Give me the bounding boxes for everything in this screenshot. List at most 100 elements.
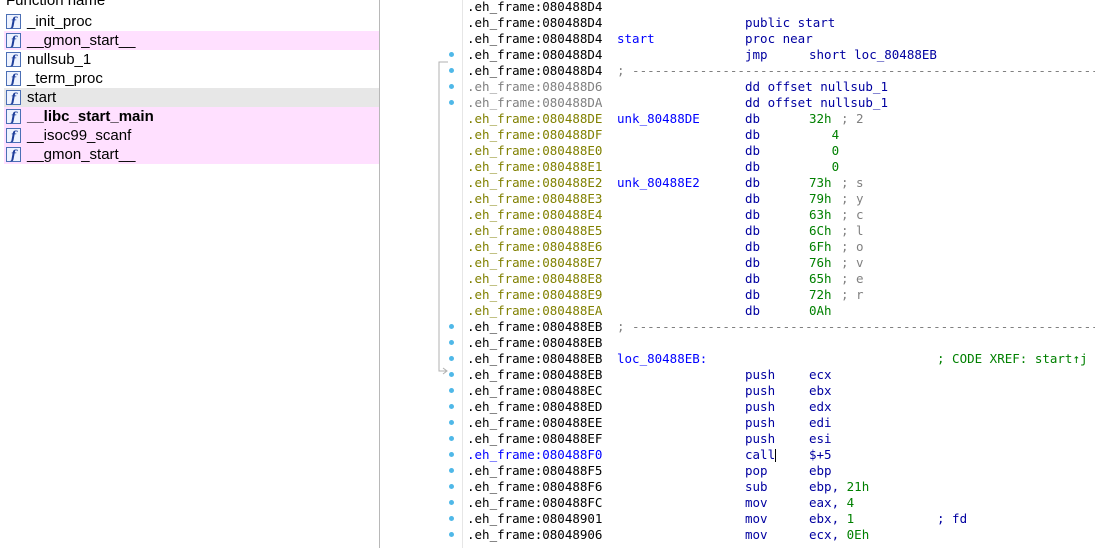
disasm-line[interactable]: .eh_frame:080488ED push edx: [467, 399, 1095, 415]
instruction-mnemonic: sub: [745, 479, 768, 494]
instruction-mnemonic: pop: [745, 463, 768, 478]
line-address: .eh_frame:080488E9: [467, 287, 603, 302]
disasm-line[interactable]: .eh_frame:080488D4: [467, 0, 1095, 15]
operand-number: 0: [809, 159, 840, 174]
code-label: loc_80488EB:: [617, 351, 708, 366]
disasm-line[interactable]: .eh_frame:080488EC push ebx: [467, 383, 1095, 399]
disasm-line[interactable]: .eh_frame:080488DA dd offset nullsub_1: [467, 95, 1095, 111]
disasm-line[interactable]: .eh_frame:080488E1 db 0: [467, 159, 1095, 175]
line-address: .eh_frame:080488EB: [467, 319, 603, 334]
disasm-line[interactable]: .eh_frame:080488EB loc_80488EB: ; CODE XRE…: [467, 351, 1095, 367]
disasm-line[interactable]: .eh_frame:080488DE unk_80488DE db 32h ; 2: [467, 111, 1095, 127]
disasm-line[interactable]: .eh_frame:080488EB ; --------------------…: [467, 319, 1095, 335]
line-comment: ; e: [841, 271, 864, 286]
instruction-mnemonic: db: [745, 271, 761, 286]
line-comment: ; s: [841, 175, 864, 190]
disasm-line[interactable]: .eh_frame:080488E9 db 72h ; r: [467, 287, 1095, 303]
panel-splitter[interactable]: [380, 0, 432, 548]
line-address: .eh_frame:080488D4: [467, 63, 603, 78]
disasm-line[interactable]: .eh_frame:080488EB: [467, 335, 1095, 351]
function-item[interactable]: f start: [4, 88, 379, 107]
disasm-line[interactable]: .eh_frame:080488EF push esi: [467, 431, 1095, 447]
line-address: .eh_frame:08048906: [467, 527, 603, 542]
line-address: .eh_frame:080488D4: [467, 47, 603, 62]
function-label: start: [27, 89, 57, 106]
disasm-line[interactable]: .eh_frame:080488D4 jmp short loc_80488EB: [467, 47, 1095, 63]
instruction-operand: eax, 4: [809, 495, 855, 510]
function-label: _term_proc: [27, 70, 103, 87]
functions-column-header[interactable]: Function name: [0, 0, 379, 10]
disasm-line[interactable]: .eh_frame:080488E4 db 63h ; c: [467, 207, 1095, 223]
disasm-line[interactable]: .eh_frame:080488D6 dd offset nullsub_1: [467, 79, 1095, 95]
disasm-line[interactable]: .eh_frame:080488E8 db 65h ; e: [467, 271, 1095, 287]
operand-number: 76h: [809, 255, 832, 270]
instruction-mnemonic: proc near: [745, 31, 813, 46]
disasm-line[interactable]: .eh_frame:080488EE push edi: [467, 415, 1095, 431]
disasm-line[interactable]: .eh_frame:080488F5 pop ebp: [467, 463, 1095, 479]
instruction-mnemonic: db: [745, 207, 761, 222]
line-address: .eh_frame:080488E2: [467, 175, 603, 190]
line-address: .eh_frame:080488D4: [467, 15, 603, 30]
disasm-line[interactable]: .eh_frame:080488D4 start proc near: [467, 31, 1095, 47]
function-item[interactable]: f __gmon_start__: [4, 31, 379, 50]
function-label: __gmon_start__: [27, 146, 136, 163]
instruction-mnemonic: push: [745, 383, 776, 398]
instruction-mnemonic: db: [745, 191, 761, 206]
disasm-line[interactable]: .eh_frame:080488FC mov eax, 4: [467, 495, 1095, 511]
function-item[interactable]: f __gmon_start__: [4, 145, 379, 164]
line-address: .eh_frame:080488F6: [467, 479, 603, 494]
function-icon: f: [6, 33, 21, 48]
disasm-line[interactable]: .eh_frame:08048906 mov ecx, 0Eh: [467, 527, 1095, 543]
function-item[interactable]: f nullsub_1: [4, 50, 379, 69]
line-address: .eh_frame:080488E3: [467, 191, 603, 206]
disasm-line[interactable]: .eh_frame:080488D4 public start: [467, 15, 1095, 31]
function-label: __libc_start_main: [27, 108, 154, 125]
instruction-mnemonic: db: [745, 223, 761, 238]
function-item[interactable]: f _term_proc: [4, 69, 379, 88]
instruction-mnemonic: db: [745, 287, 761, 302]
line-comment: ; c: [841, 207, 864, 222]
instruction-operand: ebp: [809, 463, 832, 478]
disasm-line[interactable]: .eh_frame:080488EB push ecx: [467, 367, 1095, 383]
code-label: start: [617, 31, 655, 46]
function-item[interactable]: f _init_proc: [4, 12, 379, 31]
disasm-line[interactable]: .eh_frame:080488D4 ; --------------------…: [467, 63, 1095, 79]
line-comment: ; r: [841, 287, 864, 302]
disasm-line[interactable]: .eh_frame:080488E2 unk_80488E2 db 73h ; s: [467, 175, 1095, 191]
disasm-line[interactable]: .eh_frame:080488EA db 0Ah: [467, 303, 1095, 319]
instruction-mnemonic: db: [745, 111, 761, 126]
line-address: .eh_frame:08048901: [467, 511, 603, 526]
disasm-line[interactable]: .eh_frame:080488F6 sub ebp, 21h: [467, 479, 1095, 495]
disasm-line[interactable]: .eh_frame:080488E0 db 0: [467, 143, 1095, 159]
function-icon: f: [6, 147, 21, 162]
function-item[interactable]: f __libc_start_main: [4, 107, 379, 126]
operand-number: 1: [846, 511, 855, 526]
instruction-operand: ecx, 0Eh: [809, 527, 870, 542]
disassembly-view[interactable]: .eh_frame:080488D4 .eh_frame:080488D4 publ…: [432, 0, 1095, 548]
function-icon: f: [6, 52, 21, 67]
function-label: nullsub_1: [27, 51, 92, 68]
line-address: .eh_frame:080488EC: [467, 383, 603, 398]
line-address: .eh_frame:080488EB: [467, 335, 603, 350]
operand-number: 0: [809, 143, 840, 158]
disasm-line[interactable]: .eh_frame:080488E6 db 6Fh ; o: [467, 239, 1095, 255]
disasm-line[interactable]: .eh_frame:080488E5 db 6Ch ; l: [467, 223, 1095, 239]
instruction-mnemonic: db: [745, 143, 761, 158]
gutter-separator: [462, 0, 463, 548]
disasm-line[interactable]: .eh_frame:080488E7 db 76h ; v: [467, 255, 1095, 271]
function-item[interactable]: f __isoc99_scanf: [4, 126, 379, 145]
instruction-mnemonic: db: [745, 159, 761, 174]
instruction-operand: edx: [809, 399, 832, 414]
disasm-line[interactable]: .eh_frame:080488E3 db 79h ; y: [467, 191, 1095, 207]
instruction-mnemonic: mov: [745, 495, 768, 510]
disasm-line[interactable]: .eh_frame:080488F0 call $+5: [467, 447, 1095, 463]
function-icon: f: [6, 128, 21, 143]
functions-panel: Function name f _init_proc f __gmon_start__…: [0, 0, 380, 548]
line-address: .eh_frame:080488EB: [467, 367, 603, 382]
line-address: .eh_frame:080488EE: [467, 415, 603, 430]
function-icon: f: [6, 14, 21, 29]
code-label: unk_80488E2: [617, 175, 700, 190]
disasm-line[interactable]: .eh_frame:08048901 mov ebx, 1 ; fd: [467, 511, 1095, 527]
separator-comment: ; --------------------------------------…: [617, 319, 1095, 334]
disasm-line[interactable]: .eh_frame:080488DF db 4: [467, 127, 1095, 143]
